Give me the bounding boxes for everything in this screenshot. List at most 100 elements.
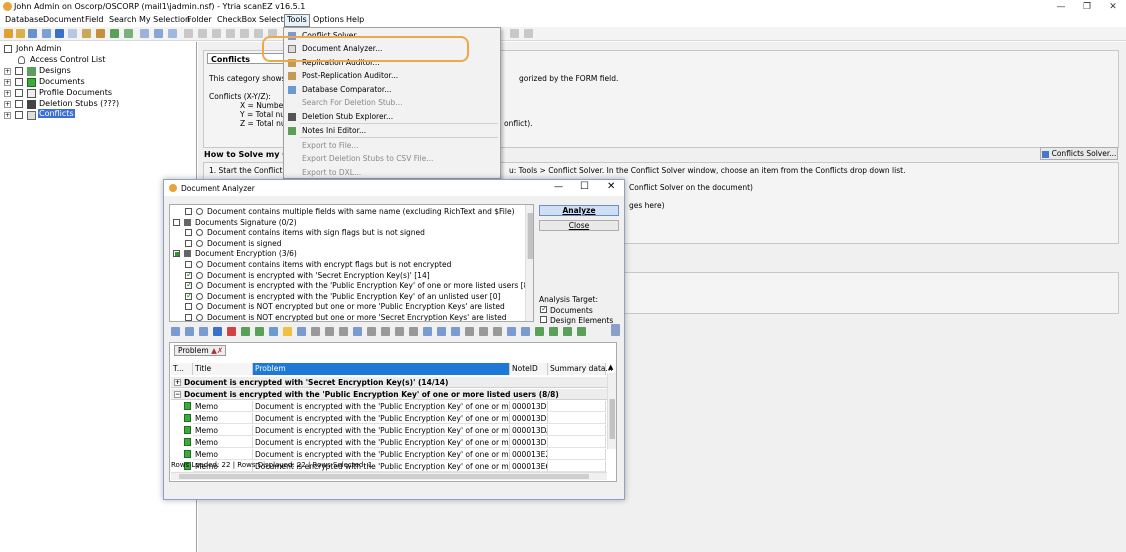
close-window-button[interactable]: ✕	[1100, 0, 1126, 14]
grid-tool-icon[interactable]	[563, 327, 572, 336]
analyze-button[interactable]: Analyze	[539, 205, 619, 216]
checklist-checkbox[interactable]	[185, 208, 192, 215]
copy-icon[interactable]	[168, 29, 177, 38]
scroll-up-icon[interactable]: ▲	[608, 363, 613, 371]
tree-item-conflicts[interactable]: + Conflicts	[4, 109, 194, 120]
grid-scroll-thumb[interactable]	[609, 399, 615, 439]
expand-icon[interactable]: +	[4, 68, 11, 75]
checklist-item[interactable]: Document contains items with sign flags …	[170, 228, 525, 238]
grid-tool-icon[interactable]	[241, 327, 250, 336]
group-row[interactable]: + Document is encrypted with 'Secret Enc…	[171, 377, 607, 388]
grid-tool-icon[interactable]	[395, 327, 404, 336]
column-title[interactable]: Title	[193, 363, 253, 375]
tree-item-acl[interactable]: Access Control List	[14, 55, 194, 65]
grid-tool-icon[interactable]	[269, 327, 278, 336]
grid-tool-icon[interactable]	[549, 327, 558, 336]
grid-tool-icon[interactable]	[535, 327, 544, 336]
menu-item-export-to-dxl[interactable]: Export to DXL...	[302, 168, 361, 177]
menu-help[interactable]: Help	[346, 15, 364, 24]
tree-checkbox[interactable]	[15, 67, 23, 75]
refresh-icon[interactable]	[28, 29, 37, 38]
target-design-checkbox[interactable]	[540, 316, 547, 323]
checklist-checkbox[interactable]	[173, 218, 180, 226]
tree-item-documents[interactable]: + Documents	[4, 77, 194, 87]
search-icon[interactable]	[140, 29, 149, 38]
grid-tool-icon[interactable]	[479, 327, 488, 336]
menu-database[interactable]: Database	[5, 15, 43, 24]
menu-search[interactable]: Search	[109, 15, 136, 24]
menu-item-notes-ini-editor[interactable]: Notes Ini Editor...	[302, 126, 366, 135]
menu-item-post-replication-auditor[interactable]: Post-Replication Auditor...	[302, 71, 398, 80]
menu-item-export-deletion-stubs[interactable]: Export Deletion Stubs to CSV File...	[302, 154, 433, 163]
collapse-icon[interactable]: −	[174, 391, 181, 398]
expand-icon[interactable]: +	[4, 101, 11, 108]
open-db-icon[interactable]	[4, 29, 13, 38]
grid-tool-icon[interactable]	[437, 327, 446, 336]
grid-tool-icon[interactable]	[171, 327, 180, 336]
tree-checkbox[interactable]	[15, 78, 23, 86]
grid-tool-icon[interactable]	[465, 327, 474, 336]
dialog-close-icon[interactable]: ✕	[607, 181, 615, 192]
menu-item-export-to-file[interactable]: Export to File...	[302, 141, 359, 150]
table-row[interactable]: Memo Document is encrypted with the 'Publ…	[174, 449, 610, 460]
grid-tool-icon[interactable]	[227, 327, 236, 336]
group-by-chip[interactable]: Problem ▲✗	[174, 345, 226, 356]
checklist-item[interactable]: Document contains items with encrypt fla…	[170, 260, 525, 270]
disabled-icon-6[interactable]	[254, 29, 263, 38]
menu-tools[interactable]: Tools	[284, 14, 310, 27]
column-type[interactable]: T...	[171, 363, 193, 375]
grid-tool-icon[interactable]	[199, 327, 208, 336]
grid-tool-icon[interactable]	[423, 327, 432, 336]
grid-tool-icon[interactable]	[353, 327, 362, 336]
navigate-icon[interactable]	[42, 29, 51, 38]
checklist-group[interactable]: Document Encryption (3/6)	[170, 249, 525, 259]
column-problem[interactable]: Problem	[253, 363, 510, 375]
dialog-minimize-button[interactable]: —	[554, 182, 563, 192]
checklist-checkbox[interactable]	[185, 239, 192, 247]
grid-tool-icon[interactable]	[325, 327, 334, 336]
menu-item-search-deletion-stub[interactable]: Search For Deletion Stub...	[302, 98, 402, 107]
checklist-checkbox[interactable]	[185, 229, 192, 237]
checklist-checkbox[interactable]	[185, 303, 192, 311]
checklist-item[interactable]: Document is encrypted with the 'Public E…	[170, 280, 531, 291]
group-row[interactable]: − Document is encrypted with the 'Public…	[171, 389, 607, 400]
grid-horizontal-scrollbar[interactable]	[171, 472, 607, 480]
checklist-item[interactable]: Document is encrypted with the 'Public E…	[170, 291, 525, 302]
conflicts-solver-button[interactable]: Conflicts Solver...	[1040, 147, 1118, 160]
target-documents-checkbox[interactable]	[540, 304, 548, 313]
dialog-maximize-button[interactable]: ☐	[580, 181, 589, 192]
grid-tool-icon[interactable]	[577, 327, 586, 336]
tree-item-profile-documents[interactable]: + Profile Documents	[4, 88, 194, 98]
disabled-icon-5[interactable]	[240, 29, 249, 38]
tree-item-deletion-stubs[interactable]: + Deletion Stubs (???)	[4, 99, 194, 109]
doc-icon[interactable]	[68, 29, 77, 38]
grid-tool-icon[interactable]	[283, 327, 292, 336]
checklist-item[interactable]: Document is signed	[170, 239, 525, 249]
grid-tool-icon[interactable]	[297, 327, 306, 336]
table-row[interactable]: Memo Document is encrypted with the 'Publ…	[174, 401, 610, 412]
checklist-checkbox[interactable]	[173, 250, 180, 258]
trash-icon[interactable]	[611, 324, 620, 336]
expand-icon[interactable]: +	[4, 90, 11, 97]
menu-field[interactable]: Field	[85, 15, 103, 24]
disabled-icon-4[interactable]	[226, 29, 235, 38]
table-row[interactable]: Memo Document is encrypted with the 'Publ…	[174, 425, 610, 436]
menu-my-selection[interactable]: My Selection	[139, 15, 190, 24]
column-summary[interactable]: Summary data...	[548, 363, 613, 375]
menu-document[interactable]: Document	[43, 15, 84, 24]
arrow-icon[interactable]	[55, 29, 64, 38]
table-row[interactable]: Memo Document is encrypted with the 'Publ…	[174, 437, 610, 448]
grid-tool-icon[interactable]	[493, 327, 502, 336]
tree-checkbox[interactable]	[15, 111, 23, 119]
checklist-item[interactable]: Document is encrypted with 'Secret Encry…	[170, 270, 525, 281]
disabled-icon-3[interactable]	[212, 29, 221, 38]
edit-icon[interactable]	[82, 29, 91, 38]
checklist-group[interactable]: Documents Signature (0/2)	[170, 218, 525, 228]
grid-tool-icon[interactable]	[507, 327, 516, 336]
tag-icon[interactable]	[96, 29, 105, 38]
checklist-checkbox[interactable]	[185, 280, 193, 290]
grid-tool-icon[interactable]	[521, 327, 530, 336]
menu-options[interactable]: Options	[313, 15, 344, 24]
close-button[interactable]: Close	[539, 220, 619, 231]
grid-tool-icon[interactable]	[381, 327, 390, 336]
